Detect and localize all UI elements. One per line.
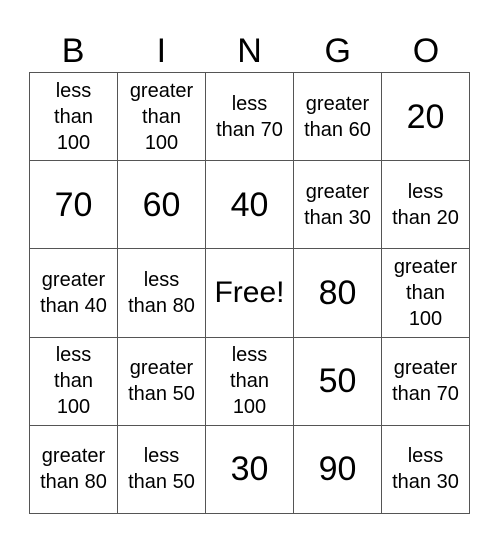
cell-label: greater than 100 [393,255,458,330]
bingo-cell-g4[interactable]: 50 [294,337,382,426]
cell-label: greater than 80 [40,445,107,494]
bingo-cell-b3[interactable]: greater than 40 [30,249,118,338]
bingo-cell-i2[interactable]: 60 [118,161,206,250]
cell-label: greater than 70 [392,357,459,406]
bingo-cell-g1[interactable]: greater than 60 [294,73,382,162]
cell-label: 50 [318,362,357,401]
bingo-cell-o3[interactable]: greater than 100 [382,249,470,338]
cell-label: 40 [230,185,269,224]
bingo-cell-b2[interactable]: 70 [30,161,118,250]
bingo-header: B I N G O [29,30,470,72]
bingo-cell-o5[interactable]: less than 30 [382,425,470,514]
bingo-cell-b5[interactable]: greater than 80 [30,425,118,514]
header-letter-g: G [324,32,351,70]
bingo-cell-n5[interactable]: 30 [206,425,294,514]
cell-label: 30 [230,450,269,489]
cell-label: greater than 100 [129,79,194,154]
cell-label: greater than 50 [128,357,195,406]
cell-label: Free! [214,275,285,309]
cell-label: less than 100 [230,344,269,419]
cell-label: 60 [142,185,181,224]
bingo-cell-i3[interactable]: less than 80 [118,249,206,338]
header-letter-o: O [412,32,440,70]
cell-label: greater than 60 [304,92,371,141]
cell-label: less than 50 [128,445,195,494]
cell-label: less than 20 [392,180,459,229]
bingo-cell-i5[interactable]: less than 50 [118,425,206,514]
bingo-cell-o4[interactable]: greater than 70 [382,337,470,426]
cell-label: less than 70 [216,92,283,141]
bingo-board: less than 100 greater than 100 less than 7… [29,72,470,514]
cell-label: 20 [406,97,445,136]
cell-label: less than 80 [128,268,195,317]
bingo-cell-n2[interactable]: 40 [206,161,294,250]
cell-label: 80 [318,273,357,312]
cell-label: greater than 40 [40,268,107,317]
cell-label: less than 30 [392,445,459,494]
bingo-cell-n4[interactable]: less than 100 [206,337,294,426]
bingo-cell-b1[interactable]: less than 100 [30,73,118,162]
free-space-cell[interactable]: Free! [206,249,294,338]
bingo-cell-g2[interactable]: greater than 30 [294,161,382,250]
bingo-cell-b4[interactable]: less than 100 [30,337,118,426]
bingo-cell-i1[interactable]: greater than 100 [118,73,206,162]
cell-label: less than 100 [54,79,93,154]
cell-label: 90 [318,450,357,489]
bingo-cell-g3[interactable]: 80 [294,249,382,338]
bingo-cell-o1[interactable]: 20 [382,73,470,162]
header-letter-i: I [156,32,167,70]
header-letter-b: B [61,32,85,70]
header-letter-n: N [237,32,262,70]
bingo-cell-i4[interactable]: greater than 50 [118,337,206,426]
bingo-cell-g5[interactable]: 90 [294,425,382,514]
bingo-cell-n1[interactable]: less than 70 [206,73,294,162]
cell-label: greater than 30 [304,180,371,229]
cell-label: 70 [54,185,93,224]
cell-label: less than 100 [54,344,93,419]
bingo-cell-o2[interactable]: less than 20 [382,161,470,250]
